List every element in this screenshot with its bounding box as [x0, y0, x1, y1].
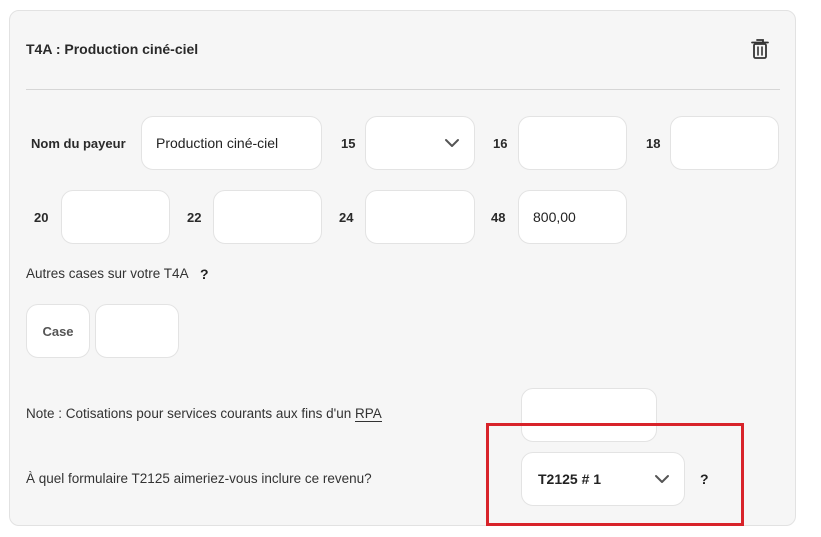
t2125-question: À quel formulaire T2125 aimeriez-vous in… [26, 471, 372, 486]
box-24-label: 24 [339, 210, 354, 225]
box-24-input[interactable] [365, 190, 475, 244]
box-20-label: 20 [34, 210, 49, 225]
box-18-label: 18 [646, 136, 661, 151]
rpa-abbreviation[interactable]: RPA [355, 406, 382, 422]
note-rpa-label: Note : Cotisations pour services courant… [26, 406, 382, 422]
box-22-input[interactable] [213, 190, 322, 244]
box-48-input[interactable] [518, 190, 627, 244]
box-20-input[interactable] [61, 190, 170, 244]
chevron-down-icon [445, 139, 459, 147]
t2125-help-icon[interactable]: ? [700, 471, 709, 487]
case-value-input[interactable] [95, 304, 179, 358]
t2125-selected-value: T2125 # 1 [538, 471, 602, 487]
trash-icon[interactable] [750, 38, 770, 60]
box-16-input[interactable] [518, 116, 627, 170]
t2125-select[interactable]: T2125 # 1 [521, 452, 685, 506]
box-15-label: 15 [341, 136, 356, 151]
card-title: T4A : Production ciné-ciel [26, 41, 199, 57]
other-boxes-label: Autres cases sur votre T4A [26, 266, 189, 281]
case-button[interactable]: Case [26, 304, 90, 358]
header-divider [26, 89, 780, 90]
payer-name-input[interactable] [141, 116, 322, 170]
rpa-contribution-input[interactable] [521, 388, 657, 442]
box-22-label: 22 [187, 210, 202, 225]
box-48-label: 48 [491, 210, 506, 225]
box-18-input[interactable] [670, 116, 779, 170]
box-15-select[interactable] [365, 116, 475, 170]
note-rpa-text: Note : Cotisations pour services courant… [26, 406, 355, 421]
payer-name-label: Nom du payeur [31, 136, 126, 151]
chevron-down-icon [655, 475, 669, 483]
box-16-label: 16 [493, 136, 508, 151]
other-boxes-help-icon[interactable]: ? [200, 266, 209, 282]
